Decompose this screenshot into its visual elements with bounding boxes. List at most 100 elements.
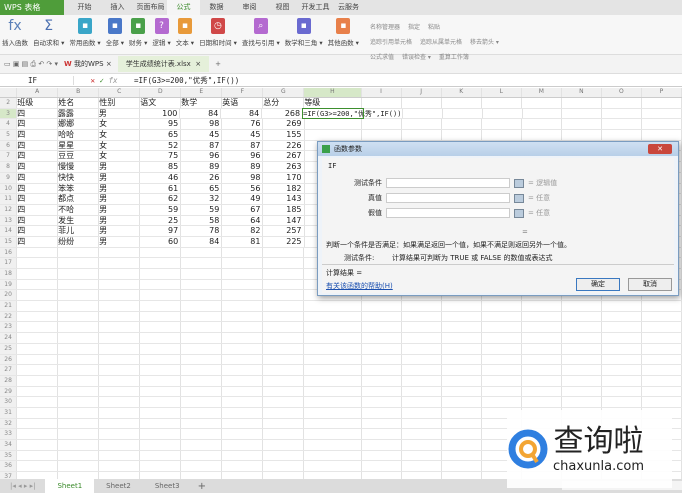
cell[interactable] (222, 279, 264, 290)
argument-input-1[interactable] (386, 193, 510, 203)
document-tab[interactable]: 学生成绩统计表.xlsx × (117, 56, 210, 72)
cell[interactable] (58, 461, 100, 472)
cell[interactable]: 143 (263, 194, 305, 204)
row-header[interactable]: 15 (0, 236, 18, 247)
cell[interactable] (181, 461, 223, 472)
column-header-I[interactable]: I (362, 88, 402, 97)
cell[interactable]: 76 (222, 119, 264, 130)
cell[interactable] (304, 407, 362, 418)
cell[interactable]: 59 (140, 204, 182, 215)
cell[interactable] (17, 461, 59, 472)
quick-tools-icon[interactable]: ▭ ▣ ▤ ⎙ ↶ ↷ ▾ (4, 60, 58, 69)
cell[interactable]: 女 (99, 130, 141, 140)
cell[interactable] (17, 418, 59, 429)
select-all-corner[interactable] (0, 88, 18, 97)
column-header-C[interactable]: C (99, 88, 141, 97)
cell[interactable]: 78 (181, 226, 223, 236)
cell[interactable] (140, 311, 182, 322)
cell[interactable] (140, 450, 182, 461)
column-header-A[interactable]: A (17, 88, 59, 97)
cell[interactable] (140, 247, 182, 258)
ribbon-small-8[interactable]: 重算工作簿 (439, 52, 469, 61)
cell[interactable] (99, 333, 141, 343)
cell[interactable] (522, 98, 562, 108)
cell[interactable] (402, 407, 442, 418)
cell[interactable] (263, 343, 305, 354)
cell[interactable] (562, 375, 602, 386)
cell[interactable] (602, 108, 643, 119)
cell[interactable] (402, 375, 442, 386)
ribbon-button-2[interactable]: ▪ 常用函数 ▾ (69, 18, 101, 47)
cell[interactable] (304, 386, 362, 397)
cell[interactable] (140, 407, 182, 418)
cell[interactable] (99, 322, 141, 333)
cell[interactable] (181, 290, 223, 301)
cell[interactable] (562, 98, 602, 108)
cell[interactable] (17, 290, 59, 301)
cell[interactable]: 45 (181, 130, 223, 140)
cell[interactable] (263, 461, 305, 472)
cell[interactable] (58, 450, 100, 461)
cell[interactable] (17, 247, 59, 258)
cell[interactable] (642, 301, 682, 311)
cell[interactable] (482, 365, 522, 375)
column-header-O[interactable]: O (602, 88, 642, 97)
cell[interactable] (263, 407, 305, 418)
cell[interactable] (263, 290, 305, 301)
cell[interactable] (483, 108, 523, 119)
cell[interactable]: 268 (262, 108, 304, 119)
cell[interactable] (263, 418, 305, 429)
cell[interactable] (17, 343, 59, 354)
ribbon-button-6[interactable]: ▪ 文本 ▾ (176, 18, 194, 47)
column-header-M[interactable]: M (522, 88, 562, 97)
cell[interactable] (140, 269, 182, 279)
formula-icons[interactable]: ✕ ✓ fx (74, 76, 134, 85)
header-cell[interactable]: 英语 (222, 98, 264, 108)
cell[interactable]: 267 (263, 151, 305, 162)
cell[interactable] (140, 375, 182, 386)
cell[interactable] (362, 130, 402, 140)
cell[interactable] (362, 311, 402, 322)
cell[interactable] (304, 461, 362, 472)
cell[interactable] (522, 375, 562, 386)
cell[interactable] (263, 386, 305, 397)
cell[interactable] (222, 450, 264, 461)
cell[interactable] (222, 397, 264, 407)
cell[interactable] (99, 418, 141, 429)
cell[interactable] (181, 333, 223, 343)
header-cell[interactable]: 等级 (304, 98, 362, 108)
row-header[interactable]: 28 (0, 375, 18, 386)
cell[interactable]: 都点 (58, 194, 100, 204)
cell[interactable] (602, 365, 642, 375)
header-cell[interactable]: 数学 (181, 98, 223, 108)
cell[interactable] (181, 386, 223, 397)
cell[interactable] (402, 450, 442, 461)
cell[interactable] (442, 375, 482, 386)
cell[interactable] (442, 365, 482, 375)
cell[interactable] (58, 365, 100, 375)
cell[interactable] (304, 440, 362, 450)
cell[interactable] (58, 322, 100, 333)
cell[interactable] (362, 343, 402, 354)
add-sheet-button[interactable]: + (192, 481, 212, 492)
cell[interactable] (263, 258, 305, 268)
cell[interactable] (602, 311, 642, 322)
cell[interactable] (222, 258, 264, 268)
cell[interactable]: 女 (99, 151, 141, 162)
row-header[interactable]: 35 (0, 450, 18, 461)
cell[interactable] (99, 440, 141, 450)
my-wps-tab[interactable]: W 我的WPS × (64, 59, 112, 69)
tab-5[interactable]: 审阅 (233, 0, 266, 15)
cell[interactable]: 男 (99, 215, 141, 226)
ribbon-button-8[interactable]: ⌕ 查找与引用 ▾ (242, 18, 280, 47)
cell[interactable] (482, 311, 522, 322)
cell[interactable]: 62 (140, 194, 182, 204)
cell[interactable]: 85 (140, 162, 182, 172)
cell[interactable] (304, 354, 362, 365)
cell[interactable] (181, 258, 223, 268)
ribbon-small-0[interactable]: 名称管理器 (370, 22, 400, 31)
cell[interactable] (99, 375, 141, 386)
cell[interactable] (263, 375, 305, 386)
cell[interactable]: 娜娜 (58, 119, 100, 130)
active-cell[interactable]: =IF(G3>=200,"优秀",IF()) (302, 107, 401, 120)
